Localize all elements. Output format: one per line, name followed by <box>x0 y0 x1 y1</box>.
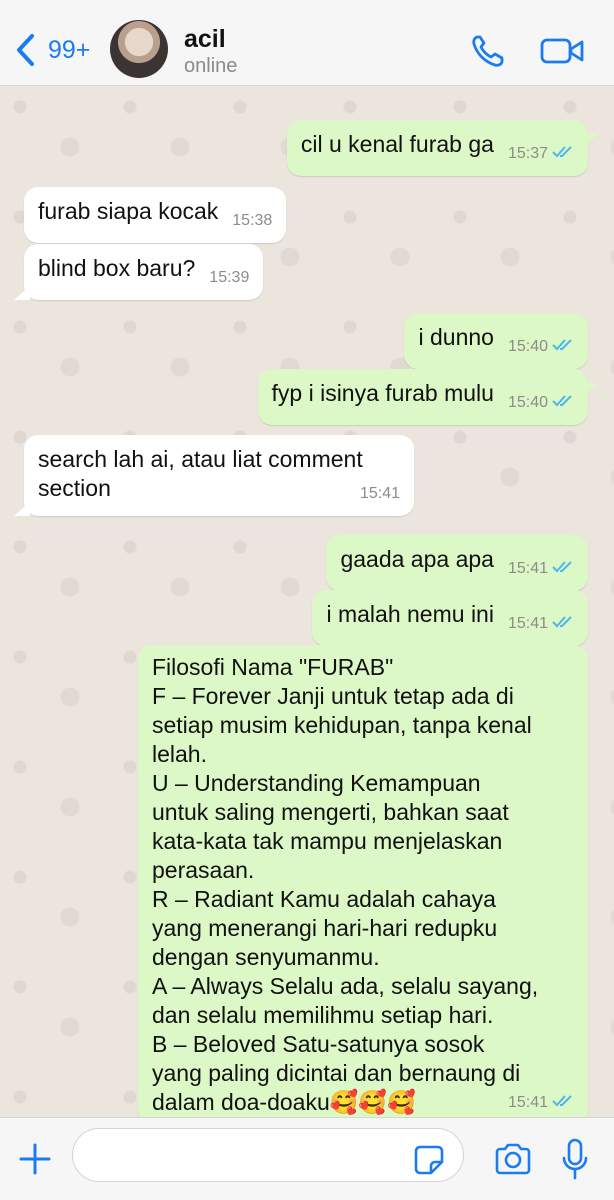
message-time: 15:39 <box>209 269 250 286</box>
unread-count-badge[interactable]: 99+ <box>48 36 90 65</box>
message-bubble-incoming[interactable]: blind box baru? 15:39 <box>13 244 264 300</box>
read-ticks-icon <box>552 395 572 407</box>
message-bubble-incoming[interactable]: search lah ai, atau liat comment section… <box>14 435 414 516</box>
read-ticks-icon <box>552 146 572 158</box>
message-time: 15:38 <box>232 212 273 229</box>
message-text: fyp i isinya furab mulu <box>271 380 494 406</box>
plus-icon[interactable] <box>18 1142 52 1176</box>
message-text: Filosofi Nama "FURAB" F – Forever Janji … <box>152 654 539 1115</box>
message-text: i dunno <box>418 324 494 350</box>
chat-header: 99+ acil online <box>0 0 614 86</box>
message-meta: 15:40 <box>508 388 574 417</box>
camera-icon[interactable] <box>494 1142 532 1176</box>
composer-bar <box>0 1117 614 1200</box>
phone-icon[interactable] <box>470 34 506 68</box>
message-bubble-outgoing[interactable]: i dunno 15:40 <box>404 313 588 369</box>
video-camera-icon[interactable] <box>540 36 584 66</box>
message-time: 15:40 <box>507 394 548 411</box>
message-text: blind box baru? <box>38 255 196 281</box>
chat-messages[interactable]: cil u kenal furab ga 15:37 furab siapa ko… <box>0 87 614 1117</box>
microphone-icon[interactable] <box>562 1138 588 1180</box>
message-time: 15:37 <box>507 145 548 162</box>
message-time: 15:41 <box>507 615 548 632</box>
message-text: gaada apa apa <box>340 546 494 572</box>
message-time: 15:41 <box>507 1094 548 1111</box>
message-text: i malah nemu ini <box>326 601 494 627</box>
message-meta: 15:41 <box>508 609 574 638</box>
message-time: 15:41 <box>359 485 400 502</box>
contact-name[interactable]: acil <box>184 25 226 54</box>
read-ticks-icon <box>552 616 572 628</box>
read-ticks-icon <box>552 561 572 573</box>
message-input[interactable] <box>72 1128 464 1182</box>
read-ticks-icon <box>552 1095 572 1107</box>
sticker-icon[interactable] <box>414 1145 444 1175</box>
message-bubble-outgoing[interactable]: cil u kenal furab ga 15:37 <box>286 120 599 176</box>
chevron-left-icon[interactable] <box>14 33 36 67</box>
message-bubble-outgoing[interactable]: i malah nemu ini 15:41 <box>312 590 588 646</box>
message-bubble-incoming[interactable]: furab siapa kocak 15:38 <box>24 187 287 243</box>
contact-status: online <box>184 55 238 77</box>
message-bubble-outgoing[interactable]: Filosofi Nama "FURAB" F – Forever Janji … <box>138 645 588 1117</box>
message-text: cil u kenal furab ga <box>300 131 494 157</box>
message-bubble-outgoing[interactable]: gaada apa apa 15:41 <box>326 535 588 591</box>
message-meta: 15:37 <box>508 139 574 168</box>
message-text: search lah ai, atau liat comment section <box>38 446 363 501</box>
message-text: furab siapa kocak <box>38 198 219 224</box>
message-meta: 15:40 <box>508 332 574 361</box>
message-meta: 15:41 <box>508 554 574 583</box>
message-time: 15:40 <box>507 338 548 355</box>
avatar[interactable] <box>110 20 168 78</box>
message-meta: 15:41 <box>508 1088 574 1117</box>
read-ticks-icon <box>552 339 572 351</box>
message-bubble-outgoing[interactable]: fyp i isinya furab mulu 15:40 <box>257 369 599 425</box>
message-time: 15:41 <box>507 560 548 577</box>
